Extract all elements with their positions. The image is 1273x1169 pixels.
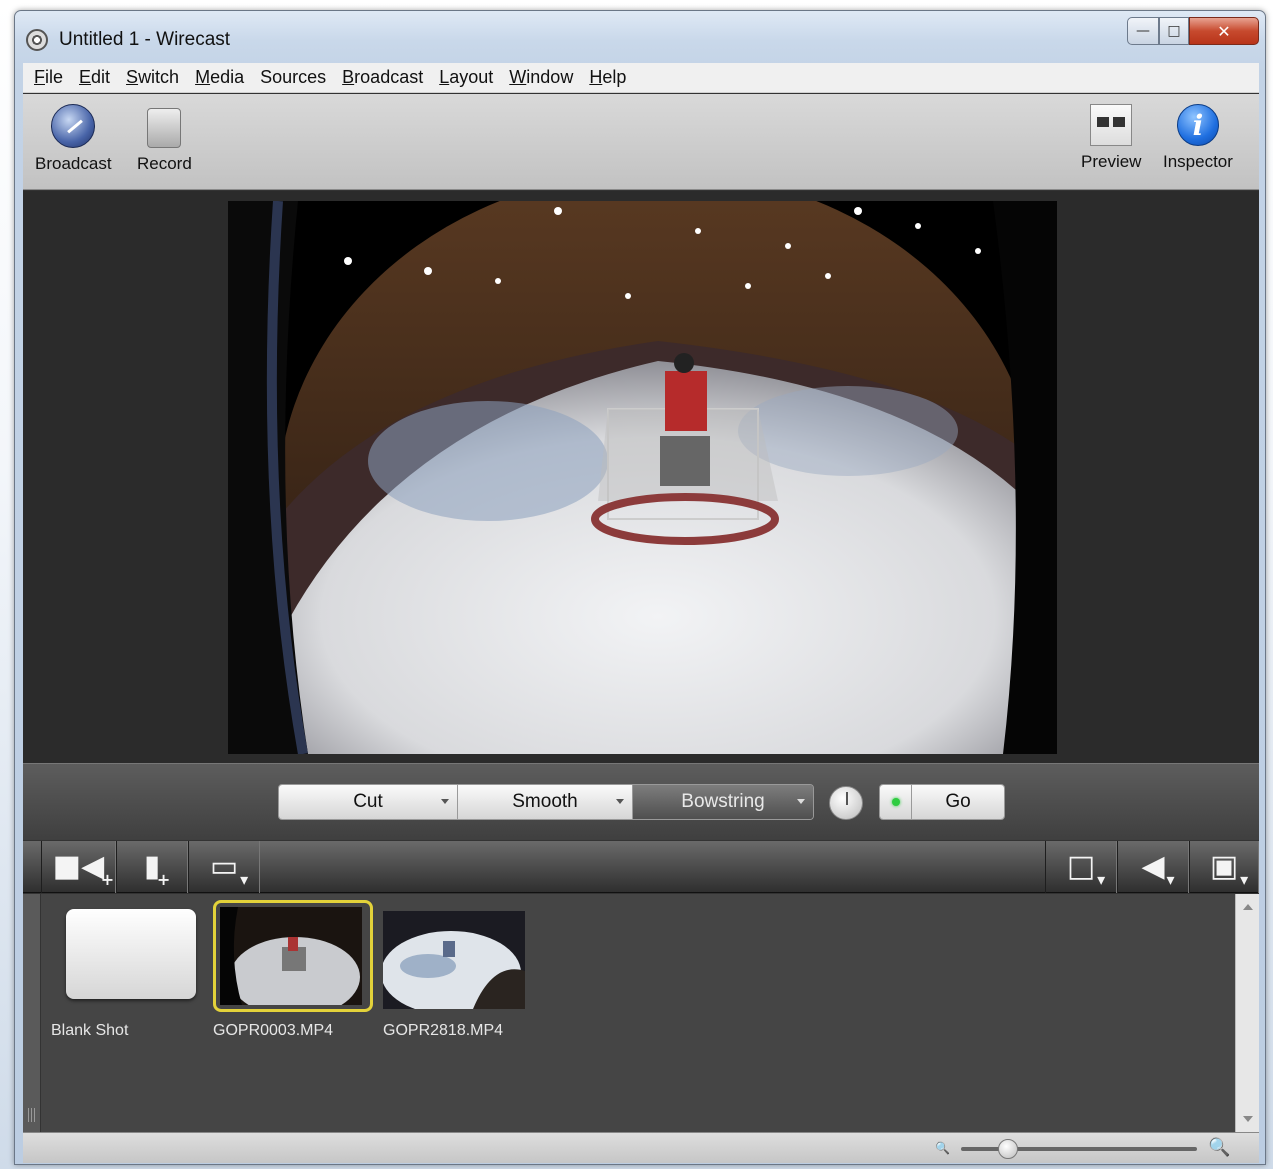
preview-label: Preview — [1081, 152, 1142, 171]
transition-selector: Cut Smooth Bowstring — [278, 784, 814, 820]
transition-cut-label: Cut — [353, 791, 383, 812]
transition-bar: Cut Smooth Bowstring Go — [23, 763, 1259, 840]
menu-broadcast[interactable]: Broadcast — [334, 67, 431, 88]
chevron-down-icon[interactable] — [616, 799, 624, 804]
vertical-scrollbar[interactable] — [1235, 894, 1259, 1132]
menu-layout[interactable]: Layout — [431, 67, 501, 88]
shot-label: GOPR0003.MP4 — [213, 1022, 334, 1039]
main-toolbar: Broadcast Record Preview i Inspector — [23, 94, 1259, 190]
close-button[interactable]: ✕ — [1189, 17, 1259, 45]
broadcast-label: Broadcast — [35, 154, 112, 173]
green-led-icon — [891, 798, 900, 806]
shot-thumbnail[interactable] — [213, 900, 373, 1012]
selected-shot-highlight — [213, 900, 373, 1012]
close-icon: ✕ — [1217, 21, 1231, 41]
menu-media[interactable]: Media — [187, 67, 252, 88]
speaker-icon: ◀ ▾ — [1141, 849, 1175, 889]
shot-label: Blank Shot — [51, 1022, 129, 1039]
info-icon: i — [1176, 104, 1219, 146]
minimize-icon: — — [1136, 23, 1150, 39]
transition-speed-knob[interactable] — [829, 786, 863, 820]
menu-window[interactable]: Window — [501, 67, 581, 88]
chevron-down-icon[interactable] — [797, 799, 805, 804]
app-window: Untitled 1 - Wirecast — □ ✕ File Edit Sw… — [14, 10, 1266, 1165]
menu-sources[interactable]: Sources — [252, 67, 334, 88]
transition-bowstring[interactable]: Bowstring — [633, 785, 813, 819]
zoom-out-icon[interactable]: 🔍 — [935, 1141, 950, 1155]
resize-grip-icon[interactable] — [28, 1108, 36, 1122]
shot-layout-button[interactable]: □ ▾ — [1045, 841, 1117, 893]
client-area: File Edit Switch Media Sources Broadcast… — [23, 63, 1259, 1163]
audio-button[interactable]: ◀ ▾ — [1117, 841, 1189, 893]
blank-shot-thumbnail — [66, 909, 196, 999]
shot-label: GOPR2818.MP4 — [383, 1022, 504, 1039]
wirecast-app-icon[interactable] — [26, 29, 48, 51]
shot-thumbnail[interactable] — [383, 911, 525, 1009]
live-output-area — [23, 191, 1259, 763]
maximize-icon: □ — [1167, 23, 1181, 39]
maximize-button[interactable]: □ — [1159, 17, 1189, 45]
go-button-group: Go — [879, 784, 1005, 820]
minimize-button[interactable]: — — [1127, 17, 1159, 45]
add-camera-icon: ■◀ + — [52, 849, 115, 889]
add-media-file-icon: ▮ + — [143, 849, 171, 889]
menu-file[interactable]: File — [26, 67, 71, 88]
add-desktop-icon: ▭ ▾ — [209, 849, 249, 889]
layer-view-icon: ▣ ▾ — [1209, 849, 1249, 889]
menu-switch[interactable]: Switch — [118, 67, 187, 88]
transition-cut[interactable]: Cut — [279, 785, 458, 819]
transition-smooth[interactable]: Smooth — [458, 785, 633, 819]
shot-toolbar: ■◀ + ▮ + ▭ ▾ □ ▾ ◀ ▾ ▣ ▾ — [23, 841, 1259, 893]
add-camera-button[interactable]: ■◀ + — [41, 841, 116, 893]
title-bar[interactable]: Untitled 1 - Wirecast — □ ✕ — [15, 11, 1265, 61]
live-indicator[interactable] — [880, 785, 912, 819]
record-label: Record — [137, 154, 192, 173]
satellite-dish-icon — [51, 104, 96, 148]
layer-gutter[interactable] — [23, 894, 41, 1132]
inspector-label: Inspector — [1163, 152, 1233, 171]
transition-smooth-label: Smooth — [512, 791, 578, 812]
preview-window-icon — [1090, 104, 1133, 146]
zoom-in-icon[interactable]: 🔍 — [1208, 1137, 1230, 1158]
live-video-preview — [228, 201, 1057, 754]
window-title: Untitled 1 - Wirecast — [59, 29, 231, 50]
chevron-down-icon[interactable] — [441, 799, 449, 804]
preview-button[interactable]: Preview — [1081, 104, 1141, 172]
scroll-up-icon[interactable] — [1243, 904, 1253, 910]
video-thumbnail — [383, 911, 525, 1009]
hard-disk-icon — [147, 108, 182, 148]
status-bar: 🔍 🔍 — [23, 1132, 1259, 1163]
video-thumbnail — [220, 907, 362, 1005]
shot-list: Blank Shot GOPR0003.MP4 GOPR2818.MP4 — [23, 894, 1259, 1132]
scroll-down-icon[interactable] — [1243, 1116, 1253, 1122]
window-controls: — □ ✕ — [1127, 17, 1259, 45]
go-button[interactable]: Go — [912, 785, 1004, 819]
transition-bowstring-label: Bowstring — [681, 791, 765, 812]
record-button[interactable]: Record — [137, 104, 192, 174]
shot-layout-icon: □ ▾ — [1066, 849, 1106, 889]
zoom-slider-thumb[interactable] — [998, 1139, 1019, 1159]
add-media-button[interactable]: ▮ + — [116, 841, 188, 893]
shot-thumbnail[interactable] — [66, 909, 196, 999]
menu-bar: File Edit Switch Media Sources Broadcast… — [23, 63, 1259, 93]
menu-edit[interactable]: Edit — [71, 67, 118, 88]
add-desktop-button[interactable]: ▭ ▾ — [188, 841, 260, 893]
layer-view-button[interactable]: ▣ ▾ — [1189, 841, 1259, 893]
broadcast-button[interactable]: Broadcast — [35, 104, 112, 174]
thumbnail-zoom-slider[interactable] — [961, 1147, 1197, 1151]
menu-help[interactable]: Help — [581, 67, 634, 88]
inspector-button[interactable]: i Inspector — [1163, 104, 1233, 172]
